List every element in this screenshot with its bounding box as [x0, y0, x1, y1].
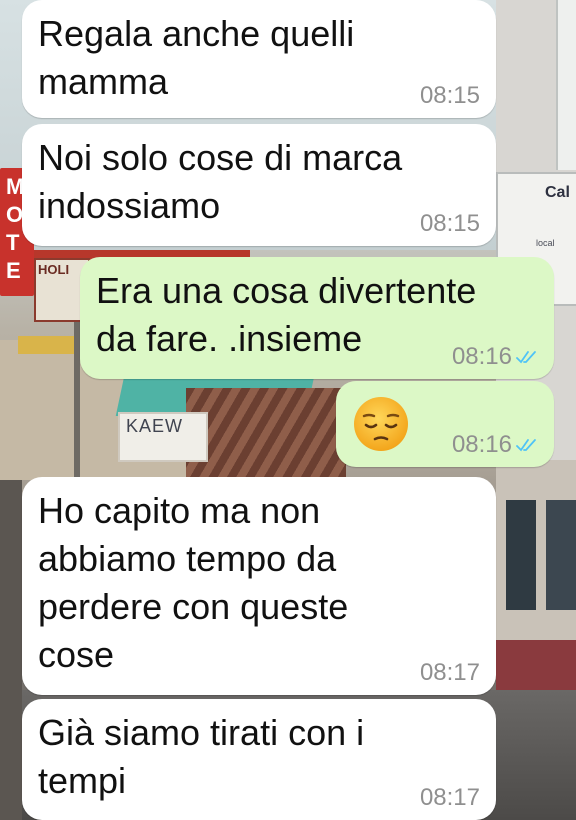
message-bubble-outgoing[interactable]: Era una cosa divertente da fare. .insiem… — [80, 257, 554, 379]
wallpaper-kaew-text: KAEW — [126, 416, 184, 436]
message-time: 08:17 — [419, 784, 480, 811]
wallpaper-motel-letter: E — [6, 258, 21, 283]
message-time: 08:17 — [419, 659, 480, 686]
message-time: 08:16 — [451, 431, 512, 458]
wallpaper-window — [546, 500, 576, 610]
wallpaper-roof — [186, 388, 346, 478]
wallpaper-motel-letter: O — [6, 202, 24, 227]
message-bubble-incoming[interactable]: Già siamo tirati con i tempi 08:17 — [22, 699, 496, 820]
message-text: Regala anche quelli mamma — [38, 13, 355, 102]
message-meta: 08:15 — [420, 212, 480, 236]
wallpaper-motel-letter: T — [6, 230, 20, 255]
message-text: Noi solo cose di marca indossiamo — [38, 137, 403, 226]
message-time: 08:15 — [419, 82, 480, 109]
wallpaper-right-panel — [556, 0, 576, 170]
message-text: Ho capito ma non abbiamo tempo da perder… — [38, 490, 349, 675]
message-bubble-incoming[interactable]: Regala anche quelli mamma 08:15 — [22, 0, 496, 118]
message-bubble-incoming[interactable]: Ho capito ma non abbiamo tempo da perder… — [22, 477, 496, 695]
pensive-face-emoji — [354, 397, 408, 451]
message-meta: 08:16 — [452, 433, 538, 457]
message-meta: 08:17 — [420, 786, 480, 810]
wallpaper-cal-subtext: local — [536, 238, 555, 248]
read-receipt-icon — [516, 351, 536, 364]
message-text: Già siamo tirati con i tempi — [38, 712, 365, 801]
read-receipt-icon — [516, 439, 536, 452]
message-meta: 08:15 — [420, 84, 480, 108]
message-meta: 08:17 — [420, 661, 480, 685]
message-bubble-incoming[interactable]: Noi solo cose di marca indossiamo 08:15 — [22, 124, 496, 246]
message-bubble-outgoing[interactable]: 08:16 — [336, 381, 554, 467]
message-meta: 08:16 — [452, 345, 538, 369]
wallpaper-holiday-text: HOLI — [38, 262, 70, 277]
wallpaper-left-strip — [0, 480, 22, 820]
wallpaper-cal-text: Cal — [545, 184, 570, 201]
message-time: 08:15 — [419, 210, 480, 237]
wallpaper-window — [506, 500, 536, 610]
message-time: 08:16 — [451, 343, 512, 370]
